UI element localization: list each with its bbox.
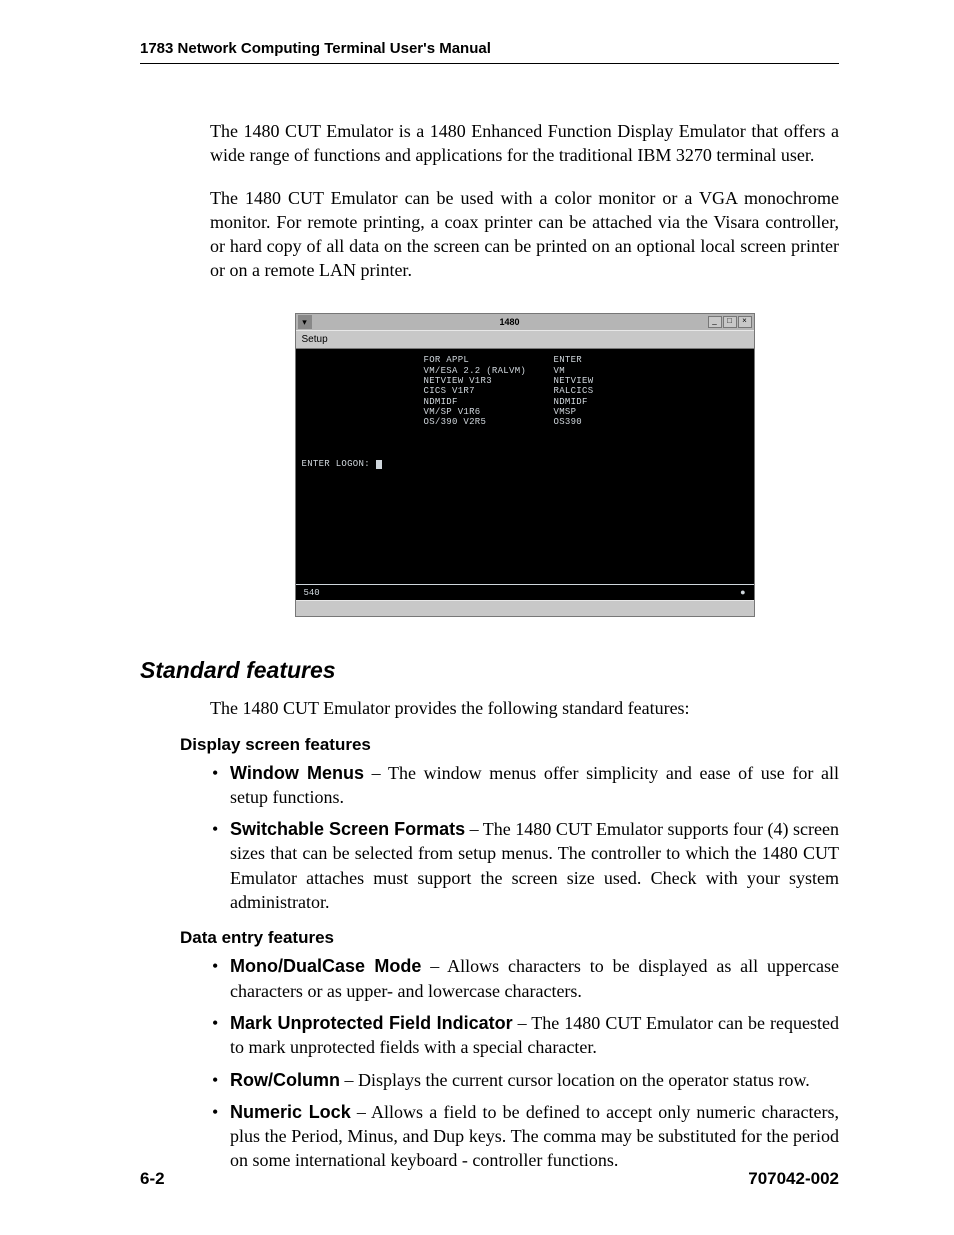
term-line: VM — [554, 366, 654, 376]
feature-item: Mark Unprotected Field Indicator – The 1… — [210, 1011, 839, 1060]
term-line: VMSP — [554, 407, 654, 417]
cursor-icon — [376, 460, 382, 469]
feature-name: Switchable Screen Formats — [230, 819, 465, 839]
login-prompt: ENTER LOGON: — [302, 459, 382, 469]
running-header: 1783 Network Computing Terminal User's M… — [140, 40, 839, 57]
term-line: CICS V1R7 — [424, 386, 554, 396]
page-number: 6-2 — [140, 1169, 165, 1189]
term-line: ENTER — [554, 355, 654, 365]
feature-item: Switchable Screen Formats – The 1480 CUT… — [210, 817, 839, 914]
feature-item: Numeric Lock – Allows a field to be defi… — [210, 1100, 839, 1173]
feature-desc: – Displays the current cursor location o… — [340, 1070, 810, 1090]
term-line: RALCICS — [554, 386, 654, 396]
maximize-icon: □ — [723, 316, 737, 328]
feature-name: Window Menus — [230, 763, 364, 783]
feature-name: Numeric Lock — [230, 1102, 351, 1122]
menubar: Setup — [296, 330, 754, 350]
section-heading: Standard features — [140, 657, 839, 684]
feature-item: Mono/DualCase Mode – Allows characters t… — [210, 954, 839, 1003]
status-left: 540 — [304, 587, 320, 598]
subsection-data-entry-heading: Data entry features — [180, 928, 839, 948]
status-row: 540 ● — [296, 584, 754, 600]
term-line: OS390 — [554, 417, 654, 427]
window-titlebar: ▾ 1480 _ □ × — [296, 314, 754, 330]
window-title: 1480 — [312, 316, 708, 328]
subsection-display-heading: Display screen features — [180, 735, 839, 755]
terminal-display: FOR APPL VM/ESA 2.2 (RALVM) NETVIEW V1R3… — [296, 349, 754, 584]
term-line: OS/390 V2R5 — [424, 417, 554, 427]
feature-item: Window Menus – The window menus offer si… — [210, 761, 839, 810]
status-right: ● — [740, 587, 745, 598]
term-line: VM/ESA 2.2 (RALVM) — [424, 366, 554, 376]
section-intro: The 1480 CUT Emulator provides the follo… — [210, 696, 839, 720]
term-line: NDMIDF — [554, 397, 654, 407]
term-line: NETVIEW — [554, 376, 654, 386]
feature-name: Row/Column — [230, 1070, 340, 1090]
header-rule — [140, 63, 839, 64]
intro-paragraph-2: The 1480 CUT Emulator can be used with a… — [210, 186, 839, 283]
window-bottombar — [296, 600, 754, 616]
close-icon: × — [738, 316, 752, 328]
minimize-icon: _ — [708, 316, 722, 328]
emulator-screenshot: ▾ 1480 _ □ × Setup FOR APPL VM/ESA 2.2 (… — [295, 313, 755, 618]
term-line: FOR APPL — [424, 355, 554, 365]
feature-name: Mark Unprotected Field Indicator — [230, 1013, 513, 1033]
intro-paragraph-1: The 1480 CUT Emulator is a 1480 Enhanced… — [210, 119, 839, 168]
feature-name: Mono/DualCase Mode — [230, 956, 421, 976]
feature-item: Row/Column – Displays the current cursor… — [210, 1068, 839, 1092]
term-line: VM/SP V1R6 — [424, 407, 554, 417]
term-line: NETVIEW V1R3 — [424, 376, 554, 386]
system-menu-icon: ▾ — [298, 315, 312, 329]
document-number: 707042-002 — [748, 1169, 839, 1189]
term-line: NDMIDF — [424, 397, 554, 407]
